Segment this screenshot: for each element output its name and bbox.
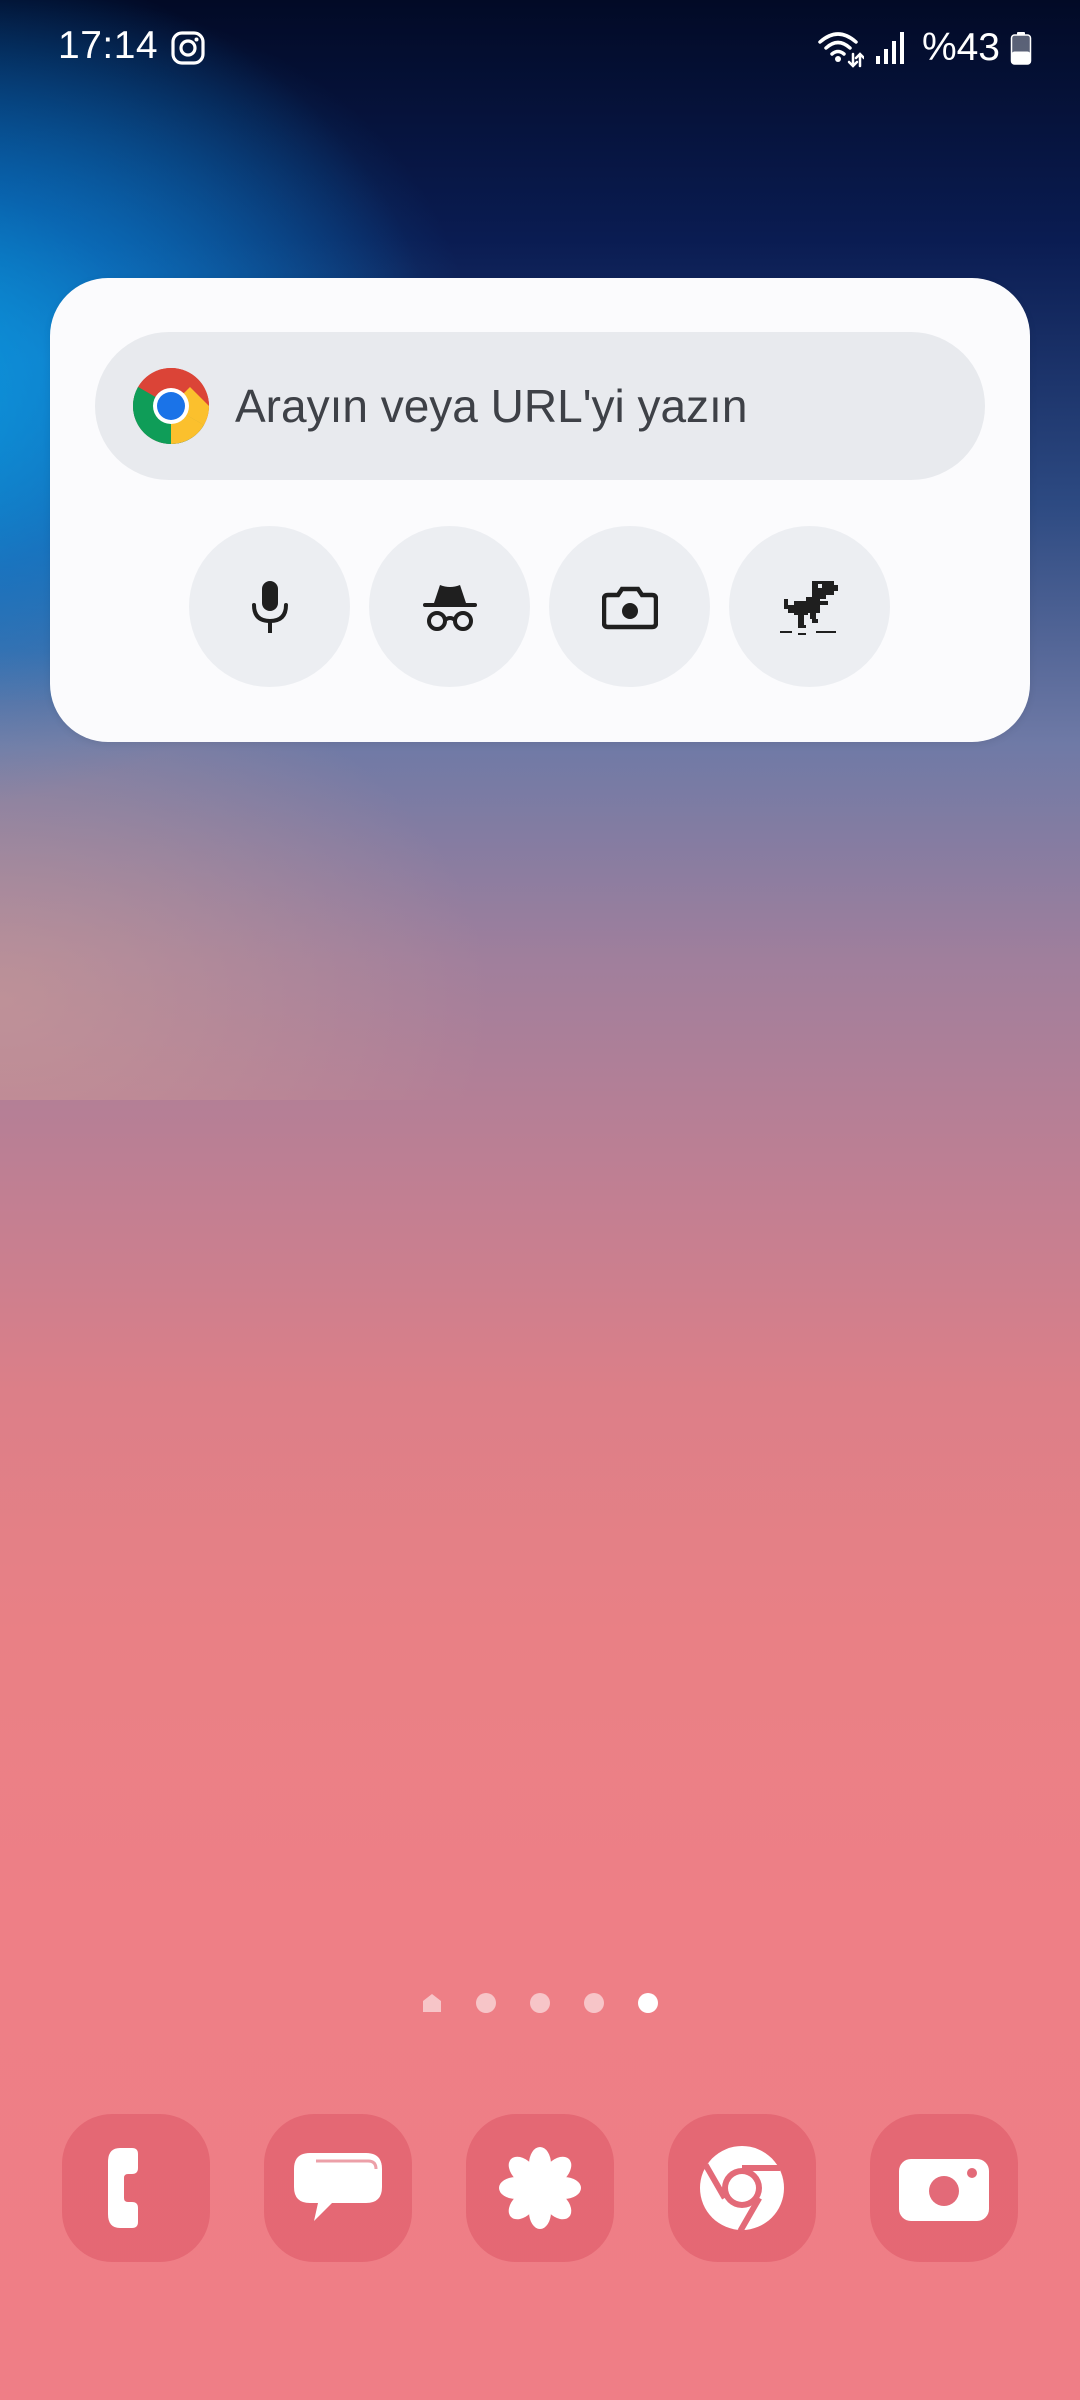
microphone-icon [251,580,288,633]
voice-search-button[interactable] [189,526,350,687]
dino-game-button[interactable] [729,526,890,687]
home-page-indicator-icon[interactable] [421,1992,443,2014]
wifi-data-icon [818,32,864,68]
signal-icon [875,32,904,64]
status-bar: 17:14 %43 [0,0,1080,100]
page-dot[interactable] [476,1993,496,2013]
camera-icon [601,586,658,629]
page-indicator [0,1991,1080,2015]
dock-app-messages[interactable] [264,2114,412,2262]
app-dock [0,2114,1080,2264]
status-time: 17:14 [58,24,159,67]
dock-app-phone[interactable] [62,2114,210,2262]
chrome-logo-icon [133,368,209,444]
phone-icon [108,2148,138,2228]
dock-app-camera[interactable] [870,2114,1018,2262]
instagram-icon [171,31,205,65]
camera-icon [899,2159,989,2221]
status-right-group: %43 [816,26,1032,70]
search-bar[interactable]: Arayın veya URL'yi yazın [95,332,985,480]
flower-icon [499,2147,581,2229]
page-dot[interactable] [530,1993,550,2013]
dock-app-chrome[interactable] [668,2114,816,2262]
lens-button[interactable] [549,526,710,687]
dock-app-gallery[interactable] [466,2114,614,2262]
search-placeholder: Arayın veya URL'yi yazın [235,380,748,432]
shortcut-row [189,526,890,687]
message-icon [294,2153,382,2221]
page-dot[interactable] [584,1993,604,2013]
chrome-icon [700,2146,784,2233]
dinosaur-icon [779,580,838,635]
battery-icon [1010,32,1032,65]
chrome-search-widget: Arayın veya URL'yi yazın [50,278,1030,742]
battery-percentage: %43 [921,26,1000,69]
page-dot-current[interactable] [638,1993,658,2013]
incognito-button[interactable] [369,526,530,687]
incognito-icon [422,584,477,631]
